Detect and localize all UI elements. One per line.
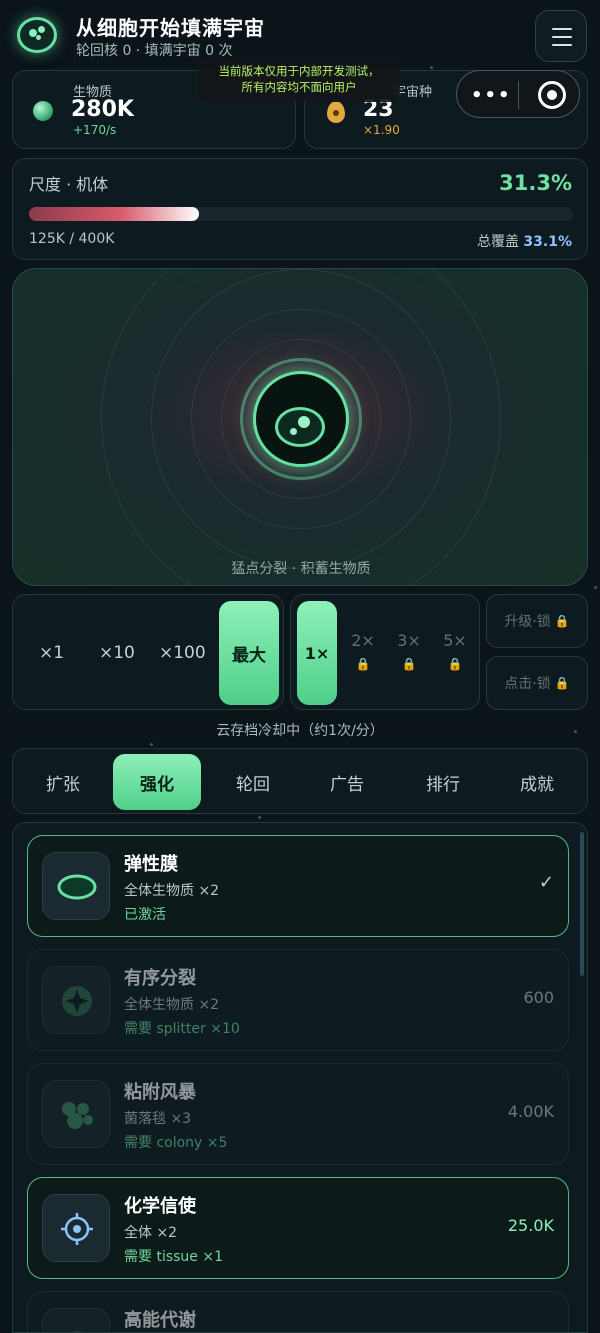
tab-ads[interactable]: 广告: [303, 754, 391, 810]
main-tabs: 扩张 强化 轮回 广告 排行 成就: [12, 748, 588, 814]
upgrade-list[interactable]: 弹性膜 全体生物质 ×2 已激活 ✓ 有序分裂 全体生物质 ×2 需要 spli…: [12, 822, 588, 1333]
app-title: 从细胞开始填满宇宙: [76, 16, 265, 40]
upgrade-requirement: 需要 colony ×5: [124, 1135, 228, 1151]
buy-multiplier-group: ×1 ×10 ×100 最大: [12, 594, 284, 710]
scale-progress-bar: [29, 207, 573, 221]
buy-x1-button[interactable]: ×1: [39, 643, 64, 663]
speed-1x-button[interactable]: 1×: [297, 601, 337, 705]
more-dots-icon[interactable]: •••: [471, 85, 512, 106]
upgrade-name: 高能代谢: [124, 1310, 196, 1331]
upgrade-name: 有序分裂: [124, 968, 196, 989]
auto-upgrade-locked-button[interactable]: 升级·锁 🔒: [486, 594, 588, 648]
background-speck: [258, 816, 261, 819]
arena-hint: 猛点分裂 · 积蓄生物质: [231, 561, 371, 577]
target-close-icon[interactable]: [538, 81, 566, 109]
upgrade-desc: 全体生物质 ×2: [124, 997, 220, 1013]
upgrade-card-high-energy-metabolism[interactable]: 高能代谢: [27, 1291, 569, 1332]
background-speck: [150, 743, 153, 746]
upgrade-card-adhesion-storm[interactable]: 粘附风暴 菌落毯 ×3 需要 colony ×5 4.00K: [27, 1063, 569, 1165]
buy-x10-button[interactable]: ×10: [99, 643, 135, 663]
dev-test-notice: 当前版本仅用于内部开发测试， 所有内容均不面向用户: [198, 58, 400, 102]
tab-achievements[interactable]: 成就: [493, 754, 581, 810]
tab-ranking[interactable]: 排行: [399, 754, 487, 810]
crosshair-icon: [42, 1194, 110, 1262]
upgrade-status: 已激活: [124, 907, 166, 923]
list-scrollbar[interactable]: [580, 832, 584, 976]
upgrade-card-chemical-messenger[interactable]: 化学信使 全体 ×2 需要 tissue ×1 25.0K: [27, 1177, 569, 1279]
speed-3x-button[interactable]: 3×: [389, 631, 429, 650]
capsule-divider: [518, 81, 519, 109]
lock-icon: 🔒: [447, 657, 463, 671]
upgrade-requirement: 需要 tissue ×1: [124, 1249, 223, 1265]
cluster-icon: [42, 1080, 110, 1148]
notice-line-1: 当前版本仅用于内部开发测试，: [218, 64, 380, 78]
speed-group: 1× 2× 🔒 3× 🔒 5× 🔒: [290, 594, 480, 710]
upgrade-desc: 全体 ×2: [124, 1225, 178, 1241]
coverage-value: 33.1%: [523, 234, 572, 250]
tab-enhance[interactable]: 强化: [113, 754, 201, 810]
app-subtitle: 轮回核 0 · 填满宇宙 0 次: [76, 43, 233, 59]
background-speck: [594, 586, 597, 589]
buy-max-button[interactable]: 最大: [219, 601, 279, 705]
notice-line-2: 所有内容均不面向用户: [241, 80, 357, 94]
menu-button[interactable]: [535, 10, 587, 62]
auto-click-label: 点击·锁: [504, 676, 551, 692]
upgrade-cost: 600: [523, 988, 554, 1007]
upgrade-name: 化学信使: [124, 1196, 196, 1217]
coverage-label: 总覆盖: [476, 234, 519, 250]
membrane-icon: [42, 852, 110, 920]
speed-2x-button[interactable]: 2×: [343, 631, 383, 650]
upgrade-requirement: 需要 splitter ×10: [124, 1021, 240, 1037]
upgrade-name: 弹性膜: [124, 854, 178, 875]
scale-label: 尺度 · 机体: [29, 175, 109, 194]
lock-icon: 🔒: [355, 657, 371, 671]
seed-multiplier: ×1.90: [363, 123, 400, 137]
seed-icon: [327, 101, 345, 123]
speed-5x-button[interactable]: 5×: [435, 631, 475, 650]
upgrade-cost: 4.00K: [507, 1102, 554, 1121]
metabolism-icon: [42, 1308, 110, 1332]
total-coverage: 总覆盖 33.1%: [477, 231, 572, 251]
biomass-rate: +170/s: [73, 123, 117, 137]
buy-x100-button[interactable]: ×100: [159, 643, 206, 663]
hamburger-menu-icon: [552, 28, 572, 30]
upgrade-card-elastic-membrane[interactable]: 弹性膜 全体生物质 ×2 已激活 ✓: [27, 835, 569, 937]
lock-icon: 🔒: [554, 676, 570, 690]
auto-click-locked-button[interactable]: 点击·锁 🔒: [486, 656, 588, 710]
upgrade-name: 粘附风暴: [124, 1082, 196, 1103]
lock-icon: 🔒: [401, 657, 417, 671]
upgrade-desc: 菌落毯 ×3: [124, 1111, 192, 1127]
upgrade-cost: 25.0K: [507, 1216, 554, 1235]
biomass-value: 280K: [71, 97, 134, 122]
tab-expand[interactable]: 扩张: [19, 754, 107, 810]
cell-nucleus-icon: [275, 407, 325, 447]
split-star-icon: [42, 966, 110, 1034]
cloud-save-note: 云存档冷却中（约1次/分）: [216, 723, 384, 739]
cell-tap-arena[interactable]: 猛点分裂 · 积蓄生物质: [12, 268, 588, 586]
upgrade-desc: 全体生物质 ×2: [124, 883, 220, 899]
scale-percent: 31.3%: [499, 171, 572, 195]
upgrade-card-ordered-division[interactable]: 有序分裂 全体生物质 ×2 需要 splitter ×10 600: [27, 949, 569, 1051]
scale-progress-card: 尺度 · 机体 31.3% 125K / 400K 总覆盖 33.1%: [12, 158, 588, 260]
scale-progress-fill: [29, 207, 200, 221]
biomass-orb-icon: [33, 101, 53, 121]
cell-logo-icon: [17, 17, 57, 53]
check-icon: ✓: [538, 872, 554, 893]
scale-count: 125K / 400K: [29, 231, 115, 247]
auto-upgrade-label: 升级·锁: [504, 614, 551, 630]
tab-rebirth[interactable]: 轮回: [209, 754, 297, 810]
miniprogram-capsule: •••: [456, 70, 580, 118]
lock-icon: 🔒: [554, 614, 570, 628]
